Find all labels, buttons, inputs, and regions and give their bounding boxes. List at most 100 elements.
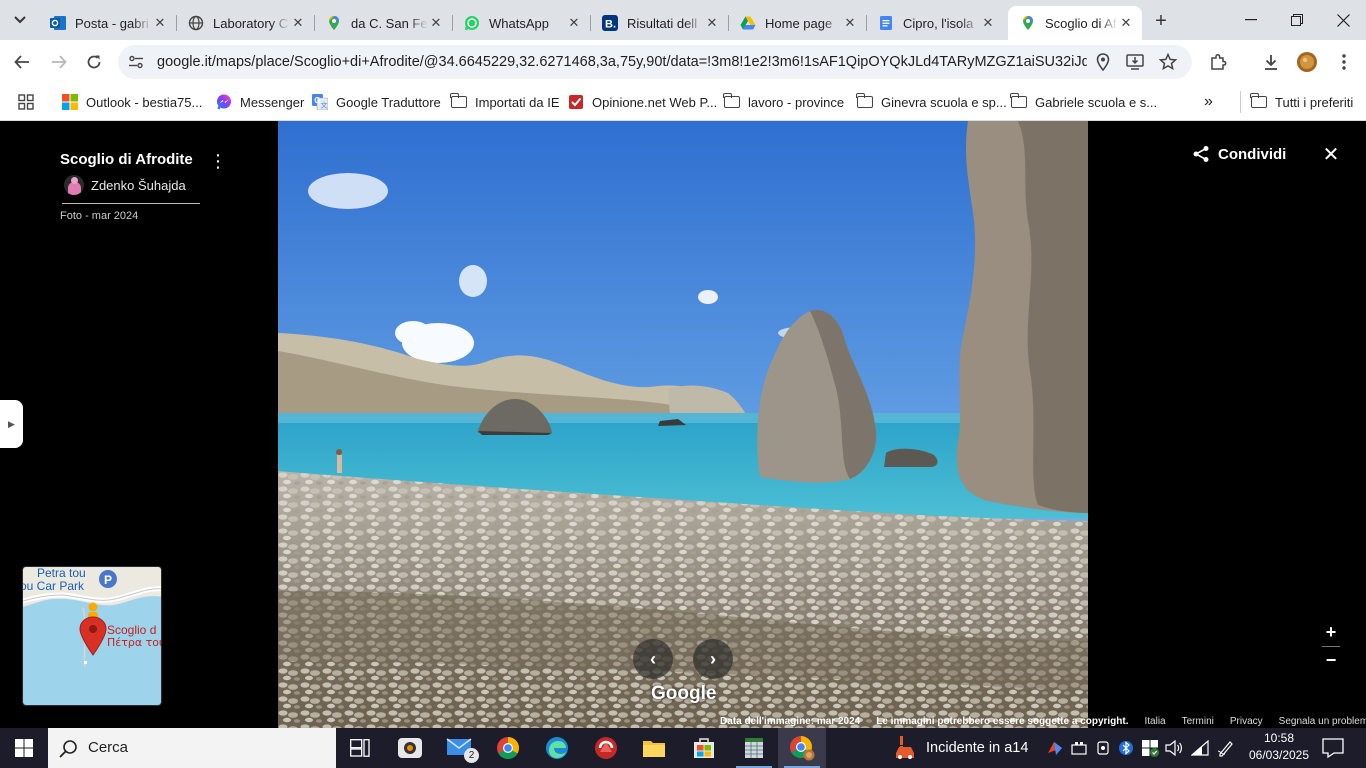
task-view-button[interactable] — [336, 728, 384, 768]
privacy-link[interactable]: Privacy — [1230, 716, 1263, 727]
address-bar[interactable]: google.it/maps/place/Scoglio+di+Afrodite… — [118, 45, 1192, 79]
usb-icon — [1097, 741, 1109, 755]
expand-panel-button[interactable]: ▶ — [0, 400, 23, 448]
tab-docs[interactable]: Cipro, l'isola ✕ — [866, 6, 1004, 40]
taskbar-app-mail[interactable]: 2 — [436, 728, 484, 768]
tab-strip: Posta - gabri ✕ Laboratory C ✕ da C. San… — [0, 0, 1366, 40]
extensions-button[interactable] — [1204, 48, 1232, 76]
next-photo-button[interactable]: › — [693, 639, 733, 679]
bookmark-messenger[interactable]: Messenger — [216, 91, 304, 113]
previous-photo-button[interactable]: ‹ — [633, 639, 673, 679]
bookmark-opinione[interactable]: Opinione.net Web P... — [568, 91, 717, 113]
bookmark-translate[interactable]: G文 Google Traduttore — [312, 91, 441, 113]
downloads-button[interactable] — [1257, 48, 1285, 76]
taskbar-app-store[interactable] — [680, 728, 728, 768]
search-icon — [59, 740, 77, 758]
photo-author[interactable]: Zdenko Šuhajda — [64, 173, 186, 197]
apps-button[interactable] — [18, 91, 34, 113]
taskbar-app-camera[interactable] — [386, 728, 434, 768]
bookmark-folder-lavoro[interactable]: lavoro - province — [723, 91, 844, 113]
close-icon[interactable]: ✕ — [980, 15, 996, 31]
tray-icon-bluetooth[interactable] — [1116, 738, 1136, 758]
terms-link[interactable]: Termini — [1182, 716, 1214, 727]
taskbar-app-chrome-active[interactable] — [778, 728, 826, 768]
tab-booking[interactable]: B. Risultati dell ✕ — [590, 6, 729, 40]
start-button[interactable] — [0, 728, 48, 768]
close-icon[interactable]: ✕ — [428, 15, 444, 31]
reload-button[interactable] — [80, 48, 108, 76]
taskbar-app-notepad[interactable] — [730, 728, 778, 768]
windows-icon — [15, 739, 33, 757]
place-title[interactable]: Scoglio di Afrodite — [60, 151, 193, 168]
tray-icon-pen[interactable] — [1216, 738, 1236, 758]
minus-icon: − — [1325, 649, 1337, 670]
minimap[interactable]: Petra tou ou Car Park P Scoglio d Πέτρα … — [22, 566, 162, 706]
bookmark-folder-ginevra[interactable]: Ginevra scuola e sp... — [856, 91, 1007, 113]
zoom-out-button[interactable]: − — [1320, 649, 1342, 671]
close-icon[interactable]: ✕ — [152, 15, 168, 31]
tab-whatsapp[interactable]: WhatsApp ✕ — [452, 6, 591, 40]
taskbar-app-antivirus[interactable] — [582, 728, 630, 768]
app-tray-icon — [1048, 742, 1062, 755]
street-photo[interactable] — [278, 121, 1088, 728]
minimize-button[interactable] — [1228, 0, 1274, 40]
tray-icon-security[interactable] — [1140, 738, 1160, 758]
taskbar-search[interactable]: Cerca — [48, 728, 336, 768]
store-icon — [694, 738, 714, 758]
all-bookmarks-button[interactable]: Tutti i preferiti — [1240, 91, 1353, 113]
bookmarks-overflow-button[interactable]: » — [1204, 91, 1213, 113]
profile-avatar[interactable] — [1293, 48, 1321, 76]
translate-icon: G文 — [312, 94, 328, 110]
tab-posta[interactable]: Posta - gabri ✕ — [38, 6, 177, 40]
country-link[interactable]: Italia — [1145, 716, 1166, 727]
zoom-in-button[interactable]: + — [1320, 621, 1342, 643]
tab-title: Cipro, l'isola — [903, 15, 974, 31]
report-problem-link[interactable]: Segnala un problema — [1279, 716, 1366, 727]
globe-icon — [188, 15, 204, 31]
close-icon[interactable]: ✕ — [290, 15, 306, 31]
close-window-button[interactable] — [1320, 0, 1366, 40]
back-button[interactable] — [8, 48, 36, 76]
location-pin-icon[interactable] — [1093, 52, 1113, 72]
bookmark-outlook[interactable]: Outlook - bestia75... — [62, 91, 202, 113]
url-text[interactable]: google.it/maps/place/Scoglio+di+Afrodite… — [157, 54, 1087, 70]
site-settings-icon[interactable] — [128, 54, 144, 70]
close-icon[interactable]: ✕ — [704, 15, 720, 31]
pen-icon — [1217, 741, 1233, 757]
system-clock[interactable]: 10:58 06/03/2025 — [1244, 730, 1314, 764]
tab-maps-directions[interactable]: da C. San Fer ✕ — [314, 6, 453, 40]
close-icon[interactable]: ✕ — [842, 15, 858, 31]
image-date: Data dell'immagine: mar 2024 — [720, 715, 861, 727]
close-icon[interactable]: ✕ — [1118, 15, 1134, 31]
tab-scoglio-active[interactable]: Scoglio di Af ✕ — [1008, 6, 1142, 40]
bookmark-star-icon[interactable] — [1158, 52, 1178, 72]
traffic-incident-widget[interactable]: Incidente in a14 — [892, 728, 1028, 768]
install-app-icon[interactable] — [1125, 52, 1145, 72]
share-button[interactable]: Condividi — [1192, 143, 1286, 165]
taskbar-app-chrome[interactable] — [484, 728, 532, 768]
folder-icon — [1010, 93, 1027, 110]
tray-icon-app[interactable] — [1045, 738, 1065, 758]
tray-icon-battery-saver[interactable] — [1069, 738, 1089, 758]
tray-icon-network[interactable] — [1190, 738, 1210, 758]
close-viewer-button[interactable]: ✕ — [1320, 143, 1342, 166]
minimap-label: ou Car Park — [23, 579, 85, 593]
bookmark-folder-ie[interactable]: Importati da IE — [450, 91, 560, 113]
restore-button[interactable] — [1274, 0, 1320, 40]
bookmark-folder-gabriele[interactable]: Gabriele scuola e s... — [1010, 91, 1157, 113]
tray-icon-device[interactable] — [1093, 738, 1113, 758]
more-options-button[interactable]: ⋮ — [209, 151, 227, 171]
new-tab-button[interactable]: + — [1148, 8, 1174, 34]
tab-laboratory[interactable]: Laboratory C ✕ — [176, 6, 315, 40]
taskbar-app-edge[interactable] — [533, 728, 581, 768]
booking-icon: B. — [602, 15, 618, 31]
tab-drive[interactable]: Home page ✕ — [728, 6, 867, 40]
close-icon[interactable]: ✕ — [566, 15, 582, 31]
notification-center-button[interactable] — [1322, 738, 1344, 759]
chrome-menu-button[interactable] — [1330, 48, 1358, 76]
taskbar-app-explorer[interactable] — [630, 728, 678, 768]
avatar-icon — [1297, 52, 1317, 72]
forward-button[interactable] — [45, 48, 73, 76]
tray-icon-volume[interactable] — [1164, 738, 1184, 758]
tab-search-button[interactable] — [8, 8, 32, 32]
